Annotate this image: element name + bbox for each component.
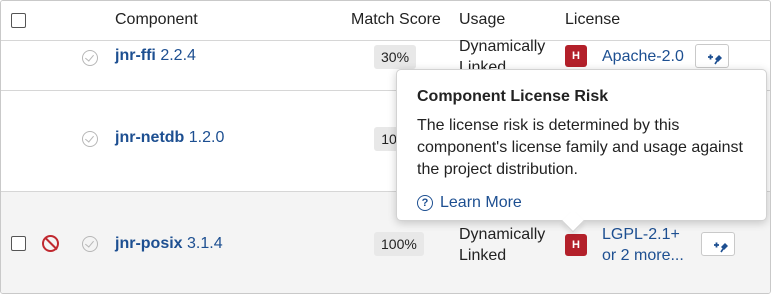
- tooltip-title: Component License Risk: [417, 88, 609, 105]
- pin-license-button[interactable]: [695, 44, 729, 68]
- learn-more-label: Learn More: [440, 194, 522, 211]
- usage-line-1: Dynamically: [459, 226, 546, 243]
- column-header-match-score[interactable]: Match Score: [351, 11, 441, 29]
- check-circle-icon: [82, 236, 98, 252]
- component-version: 1.2.0: [188, 129, 225, 146]
- usage-text: Dynamically Linked: [459, 224, 545, 266]
- match-score-badge: 30%: [374, 45, 417, 69]
- license-line-1: LGPL-2.1+: [602, 226, 680, 243]
- select-all-checkbox[interactable]: [11, 13, 26, 28]
- license-more-link[interactable]: or 2 more...: [602, 245, 684, 266]
- license-risk-badge[interactable]: H: [565, 45, 587, 67]
- column-header-usage[interactable]: Usage: [459, 11, 505, 29]
- license-link[interactable]: Apache-2.0: [602, 46, 684, 67]
- column-header-license[interactable]: License: [565, 11, 620, 29]
- component-link[interactable]: jnr-netdb 1.2.0: [115, 129, 224, 147]
- usage-line-1: Dynamically: [459, 38, 546, 55]
- license-risk-tooltip: Component License Risk The license risk …: [396, 69, 767, 233]
- pin-icon: [708, 54, 722, 65]
- pin-license-button[interactable]: [701, 232, 735, 256]
- components-table: Component Match Score Usage License jnr-…: [0, 0, 771, 294]
- license-link[interactable]: LGPL-2.1+ or 2 more...: [602, 224, 684, 266]
- component-link[interactable]: jnr-posix 3.1.4: [115, 235, 223, 253]
- match-score-badge: 100%: [374, 232, 424, 256]
- check-circle-icon: [82, 131, 98, 147]
- component-name: jnr-posix: [115, 235, 183, 252]
- column-header-component[interactable]: Component: [115, 11, 198, 29]
- table-header: Component Match Score Usage License: [1, 1, 770, 41]
- check-circle-icon: [82, 50, 98, 66]
- learn-more-link[interactable]: ? Learn More: [417, 194, 522, 212]
- component-version: 3.1.4: [187, 235, 223, 252]
- tooltip-body: The license risk is determined by this c…: [417, 117, 743, 178]
- usage-line-2: Linked: [459, 247, 507, 264]
- component-version: 2.2.4: [160, 47, 196, 64]
- license-risk-badge[interactable]: H: [565, 234, 587, 256]
- ban-icon[interactable]: [42, 235, 59, 252]
- pin-icon: [714, 242, 728, 253]
- component-name: jnr-netdb: [115, 129, 185, 146]
- component-link[interactable]: jnr-ffi 2.2.4: [115, 47, 196, 65]
- component-name: jnr-ffi: [115, 47, 156, 64]
- row-checkbox[interactable]: [11, 236, 26, 251]
- question-circle-icon: ?: [417, 195, 433, 211]
